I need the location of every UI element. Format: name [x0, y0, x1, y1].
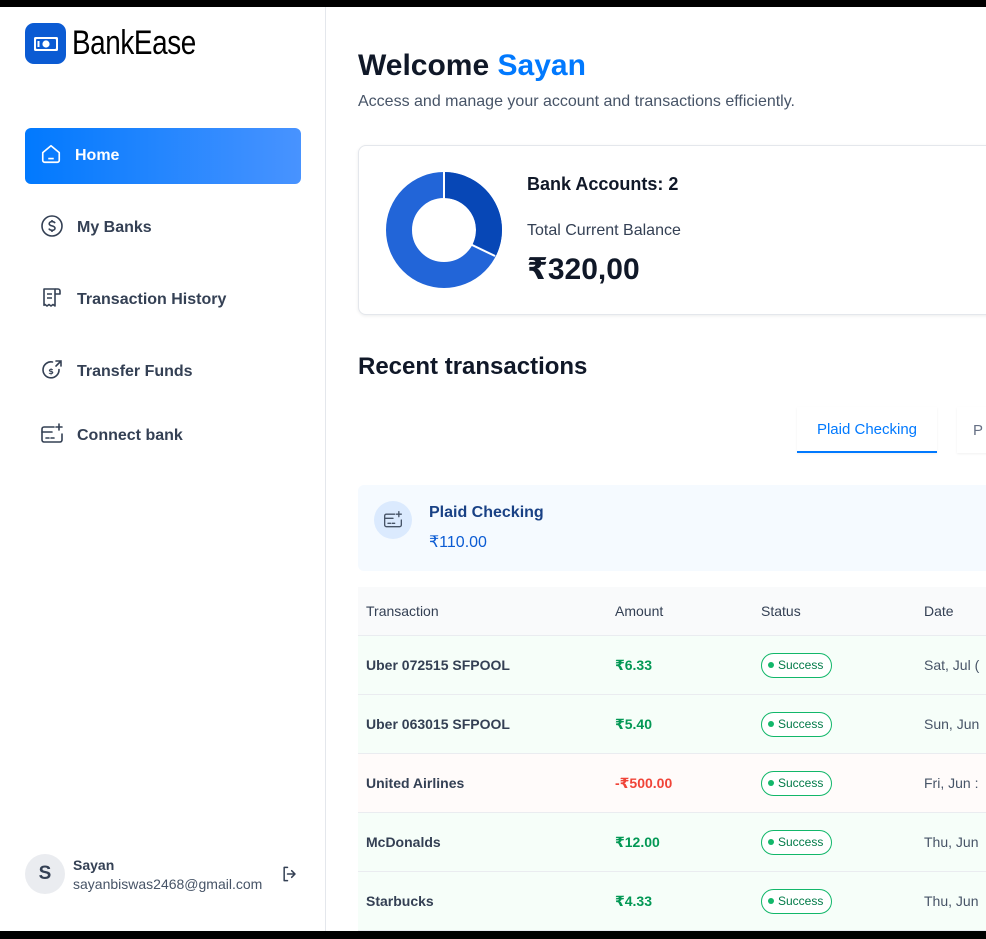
transaction-amount: ₹12.00 — [615, 833, 660, 850]
tab-plaid-checking[interactable]: Plaid Checking — [797, 407, 937, 453]
total-balance-amount: ₹320,00 — [527, 253, 640, 286]
bank-name: Plaid Checking — [429, 504, 544, 521]
transaction-amount: ₹6.33 — [615, 656, 652, 673]
status-label: Success — [778, 658, 824, 672]
user-name: Sayan — [73, 856, 115, 873]
status-dot — [768, 898, 774, 904]
status-badge: Success — [761, 652, 833, 678]
status-cell: Success — [761, 829, 924, 855]
transaction-amount: ₹4.33 — [615, 892, 652, 909]
sidebar-item-connect-bank[interactable]: Connect bank — [25, 408, 301, 464]
status-label: Success — [778, 894, 824, 908]
transaction-date: Thu, Jun — [924, 893, 979, 909]
status-cell: Success — [761, 770, 924, 796]
total-balance-card: Bank Accounts: 2 Total Current Balance ₹… — [358, 145, 986, 315]
column-header: Amount — [615, 603, 664, 619]
status-dot — [768, 721, 774, 727]
logout-icon[interactable] — [280, 864, 300, 889]
status-cell: Success — [761, 888, 924, 914]
svg-text:$: $ — [48, 367, 54, 376]
sidebar-item-my-banks[interactable]: My Banks — [25, 200, 301, 256]
bank-balance: ₹110.00 — [429, 534, 487, 551]
sidebar-item-label: Home — [75, 147, 120, 164]
table-row[interactable]: McDonalds ₹12.00 Success Thu, Jun — [358, 813, 986, 872]
sidebar-item-transaction-history[interactable]: Transaction History — [25, 272, 301, 328]
transaction-amount: -₹500.00 — [615, 774, 673, 791]
user-greeting-name: Sayan — [497, 49, 586, 82]
status-badge: Success — [761, 711, 833, 737]
sidebar-item-label: Transfer Funds — [77, 363, 193, 380]
status-dot — [768, 780, 774, 786]
user-profile: S Sayan sayanbiswas2468@gmail.com — [25, 852, 305, 896]
page-subtitle: Access and manage your account and trans… — [358, 93, 795, 110]
transaction-date: Fri, Jun : — [924, 775, 979, 791]
card-add-icon — [374, 501, 412, 539]
greeting-text: Welcome — [358, 49, 490, 82]
transaction-name: Uber 063015 SFPOOL — [366, 716, 510, 732]
table-row[interactable]: Uber 063015 SFPOOL ₹5.40 Success Sun, Ju… — [358, 695, 986, 754]
avatar[interactable]: S — [25, 854, 65, 894]
sidebar-item-label: My Banks — [77, 219, 152, 236]
app-window: BankEase Home My Banks Transaction Histo… — [0, 7, 986, 931]
receipt-icon — [40, 286, 64, 315]
sidebar-item-transfer-funds[interactable]: $ Transfer Funds — [25, 344, 301, 400]
status-badge: Success — [761, 888, 833, 914]
status-dot — [768, 662, 774, 668]
dollar-circle-icon — [40, 214, 64, 243]
transaction-date: Sat, Jul ( — [924, 657, 980, 673]
banknote-icon — [25, 23, 66, 64]
column-header: Date — [924, 603, 954, 619]
balance-donut-chart — [386, 172, 502, 288]
total-balance-label: Total Current Balance — [527, 222, 681, 239]
donut-segment-primary — [443, 172, 502, 256]
status-cell: Success — [761, 652, 924, 678]
status-label: Success — [778, 776, 824, 790]
status-cell: Success — [761, 711, 924, 737]
money-send-icon: $ — [40, 358, 64, 387]
sidebar: BankEase Home My Banks Transaction Histo… — [0, 7, 326, 931]
status-label: Success — [778, 717, 824, 731]
column-header: Transaction — [366, 603, 439, 619]
transaction-name: McDonalds — [366, 834, 441, 850]
status-badge: Success — [761, 770, 833, 796]
home-icon — [40, 143, 62, 170]
transaction-date: Sun, Jun — [924, 716, 980, 732]
user-email: sayanbiswas2468@gmail.com — [73, 875, 263, 892]
brand[interactable]: BankEase — [25, 23, 223, 64]
transactions-table: Transaction Amount Status Date Uber 0725… — [358, 587, 986, 931]
table-row[interactable]: Uber 072515 SFPOOL ₹6.33 Success Sat, Ju… — [358, 636, 986, 695]
card-add-icon — [40, 422, 64, 451]
status-label: Success — [778, 835, 824, 849]
sidebar-item-label: Connect bank — [77, 427, 183, 444]
transaction-name: Starbucks — [366, 893, 434, 909]
sidebar-item-label: Transaction History — [77, 291, 227, 308]
table-header: Transaction Amount Status Date — [358, 587, 986, 636]
transaction-name: Uber 072515 SFPOOL — [366, 657, 510, 673]
sidebar-item-home[interactable]: Home — [25, 128, 301, 184]
table-row[interactable]: United Airlines -₹500.00 Success Fri, Ju… — [358, 754, 986, 813]
page-title: Welcome Sayan — [358, 49, 586, 83]
bank-info-card: Plaid Checking ₹110.00 — [358, 485, 986, 571]
transaction-amount: ₹5.40 — [615, 715, 652, 732]
brand-name: BankEase — [72, 24, 196, 62]
status-dot — [768, 839, 774, 845]
bank-accounts-count: Bank Accounts: 2 — [527, 174, 679, 194]
table-row[interactable]: Starbucks ₹4.33 Success Thu, Jun — [358, 872, 986, 931]
transaction-date: Thu, Jun — [924, 834, 979, 850]
status-badge: Success — [761, 829, 833, 855]
user-info: Sayan sayanbiswas2468@gmail.com — [73, 857, 262, 892]
transaction-name: United Airlines — [366, 775, 465, 791]
recent-transactions-title: Recent transactions — [358, 353, 588, 380]
bank-tabs: Plaid Checking P — [797, 407, 986, 453]
column-header: Status — [761, 603, 801, 619]
tab-next-bank[interactable]: P — [957, 407, 986, 453]
